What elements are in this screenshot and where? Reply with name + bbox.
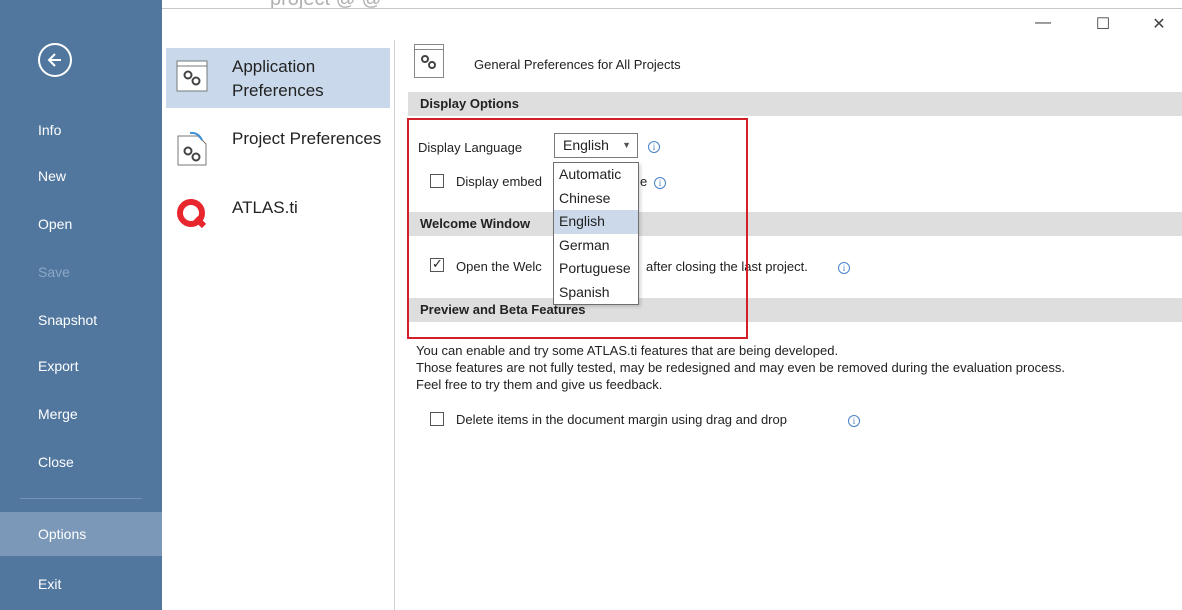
close-window-button[interactable]: ✕ xyxy=(1144,14,1174,38)
column-divider xyxy=(394,40,395,610)
nav-merge[interactable]: Merge xyxy=(0,392,162,436)
preview-line-2: Those features are not fully tested, may… xyxy=(416,360,1065,375)
category-atlas-ti[interactable]: ATLAS.ti xyxy=(166,186,390,246)
drag-drop-checkbox[interactable] xyxy=(430,412,444,426)
info-icon[interactable]: i xyxy=(838,262,850,274)
language-option-english[interactable]: English xyxy=(554,210,638,234)
gear-window-icon xyxy=(414,44,444,78)
category-label: Application Preferences xyxy=(232,57,324,100)
section-welcome-window: Welcome Window xyxy=(408,212,1182,236)
category-label: ATLAS.ti xyxy=(232,198,298,217)
info-icon[interactable]: i xyxy=(848,415,860,427)
maximize-button[interactable]: ☐ xyxy=(1088,14,1118,38)
preview-description: You can enable and try some ATLAS.ti fea… xyxy=(416,342,1176,393)
nav-save: Save xyxy=(38,264,70,280)
preferences-categories: Application Preferences Project Preferen… xyxy=(162,0,394,610)
category-application-preferences[interactable]: Application Preferences xyxy=(166,48,390,108)
display-embedded-label: Display embed xyxy=(456,174,542,189)
nav-open[interactable]: Open xyxy=(0,202,162,246)
category-label: Project Preferences xyxy=(232,129,382,148)
minimize-button[interactable]: — xyxy=(1028,14,1058,38)
chevron-down-icon: ▼ xyxy=(622,140,631,150)
section-preview-beta: Preview and Beta Features xyxy=(408,298,1182,322)
open-welcome-checkbox[interactable] xyxy=(430,256,444,272)
preview-line-3: Feel free to try them and give us feedba… xyxy=(416,377,663,392)
open-welcome-label: Open the Welc xyxy=(456,259,542,274)
display-embedded-label-end: e xyxy=(640,174,648,189)
nav-new[interactable]: New xyxy=(0,154,162,198)
display-language-label: Display Language xyxy=(418,140,523,155)
language-option-portuguese[interactable]: Portuguese xyxy=(554,257,638,281)
display-language-select[interactable]: English ▼ xyxy=(554,133,638,158)
gear-window-icon xyxy=(176,60,208,92)
drag-drop-label: Delete items in the document margin usin… xyxy=(456,412,787,427)
nav-export[interactable]: Export xyxy=(0,344,162,388)
language-option-german[interactable]: German xyxy=(554,234,638,258)
page-title: General Preferences for All Projects xyxy=(474,57,681,72)
nav-exit[interactable]: Exit xyxy=(0,562,162,606)
language-dropdown-list: Automatic Chinese English German Portugu… xyxy=(553,162,639,305)
gear-document-icon xyxy=(176,131,208,166)
atlas-logo-icon xyxy=(176,198,208,230)
nav-info[interactable]: Info xyxy=(0,108,162,152)
language-option-spanish[interactable]: Spanish xyxy=(554,281,638,305)
preview-line-1: You can enable and try some ATLAS.ti fea… xyxy=(416,343,839,358)
section-display-options: Display Options xyxy=(408,92,1182,116)
open-welcome-label-end: after closing the last project. xyxy=(646,259,808,274)
nav-close[interactable]: Close xyxy=(0,440,162,484)
nav-options[interactable]: Options xyxy=(0,512,162,556)
info-icon[interactable]: i xyxy=(648,141,660,153)
back-arrow-icon[interactable] xyxy=(38,43,72,77)
nav-snapshot[interactable]: Snapshot xyxy=(0,298,162,342)
display-language-value: English xyxy=(563,137,609,153)
nav-divider xyxy=(20,498,142,499)
language-option-automatic[interactable]: Automatic xyxy=(554,163,638,187)
language-option-chinese[interactable]: Chinese xyxy=(554,187,638,211)
display-embedded-checkbox[interactable] xyxy=(430,174,444,188)
category-project-preferences[interactable]: Project Preferences xyxy=(166,120,390,180)
backstage-nav: Info New Open Save Snapshot Export Merge… xyxy=(0,0,162,610)
info-icon[interactable]: i xyxy=(654,177,666,189)
